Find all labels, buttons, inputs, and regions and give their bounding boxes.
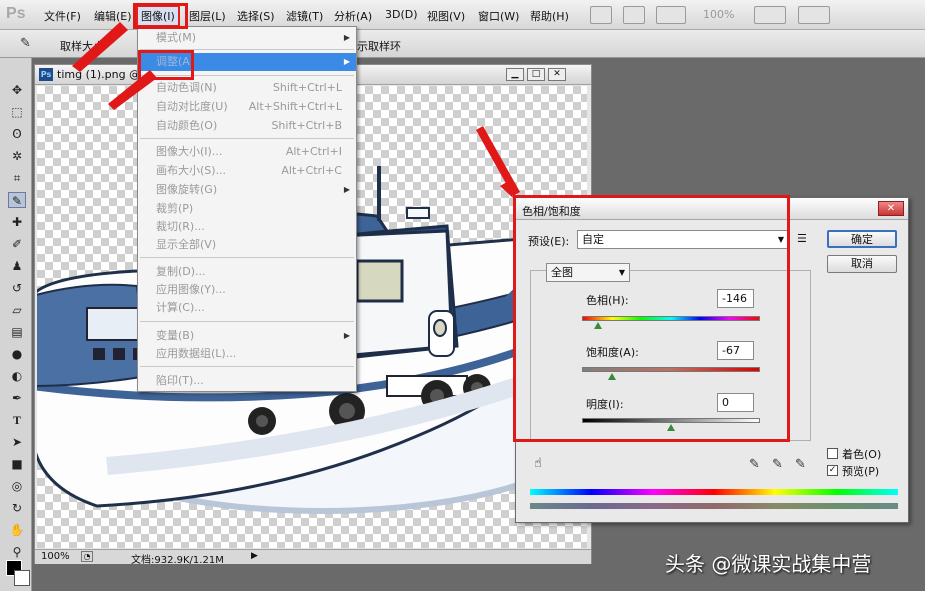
- annotation-arrow: [476, 126, 520, 196]
- annotation-arrow: [108, 70, 157, 110]
- annotation-arrows: [72, 22, 520, 198]
- annotation-arrow: [72, 22, 128, 72]
- watermark: 头条 @微课实战集中营: [665, 552, 872, 576]
